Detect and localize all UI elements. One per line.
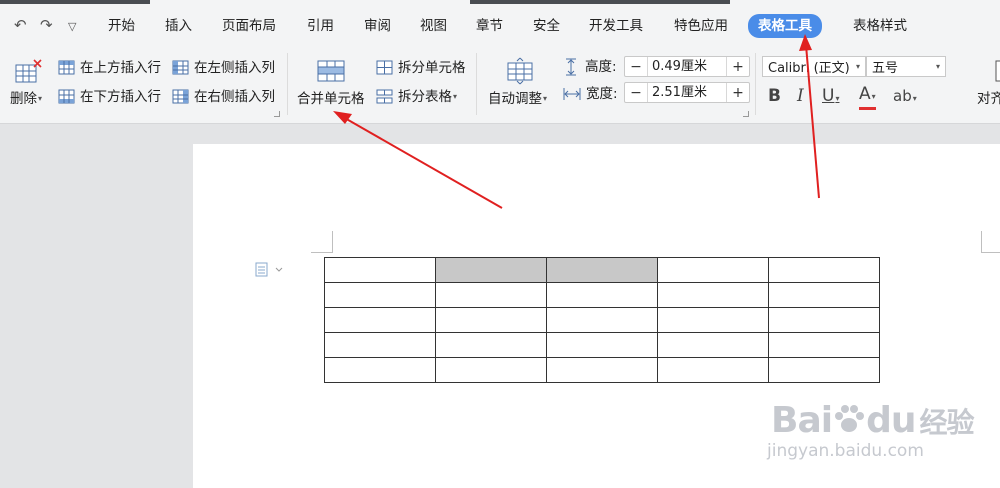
arrowhead-icon	[333, 111, 352, 124]
arrowhead-icon	[799, 34, 812, 51]
arrow-to-merge-cells	[342, 116, 503, 209]
arrow-to-table-tools	[805, 44, 820, 199]
annotation-arrows	[333, 34, 820, 209]
